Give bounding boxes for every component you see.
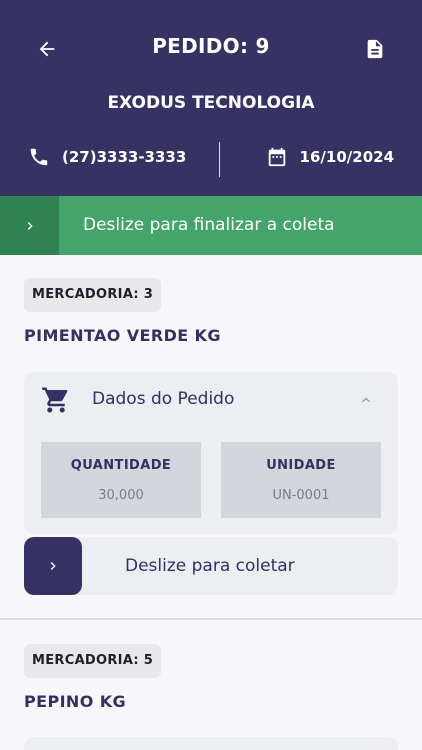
unit-value: UN-0001 <box>272 488 330 503</box>
cart-icon <box>42 387 68 413</box>
quantity-cell: QUANTIDADE 30,000 <box>41 442 201 518</box>
phone-number: (27)3333-3333 <box>62 148 187 166</box>
phone-info[interactable]: (27)3333-3333 <box>28 146 186 168</box>
order-details-card <box>24 737 398 750</box>
finish-slider-handle[interactable] <box>0 196 59 255</box>
date-info: 16/10/2024 <box>266 146 394 168</box>
finish-collection-slider[interactable]: Deslize para finalizar a coleta <box>0 196 422 255</box>
quantity-label: QUANTIDADE <box>70 458 172 473</box>
collect-slider-label: Deslize para coletar <box>125 556 295 576</box>
chevron-right-icon <box>50 562 56 570</box>
product-name: PIMENTAO VERDE KG <box>24 326 221 345</box>
phone-icon <box>30 148 48 166</box>
order-header: PEDIDO: 9 EXODUS TECNOLOGIA (27)3333-333… <box>0 0 422 196</box>
chevron-right-icon <box>27 221 33 230</box>
order-details-card: Dados do Pedido QUANTIDADE 30,000 UNIDAD… <box>24 372 398 534</box>
quantity-value: 30,000 <box>98 488 144 503</box>
unit-cell: UNIDADE UN-0001 <box>221 442 381 518</box>
product-name: PEPINO KG <box>24 692 127 711</box>
header-divider <box>219 142 220 177</box>
finish-slider-label: Deslize para finalizar a coleta <box>83 215 335 235</box>
item-separator <box>0 618 422 620</box>
chevron-up-icon[interactable] <box>358 392 374 408</box>
details-title: Dados do Pedido <box>92 389 235 409</box>
calendar-icon <box>268 147 285 167</box>
collect-slider[interactable]: Deslize para coletar <box>24 537 398 595</box>
item-badge: MERCADORIA: 5 <box>24 644 162 678</box>
document-button[interactable] <box>358 32 392 66</box>
item-badge: MERCADORIA: 3 <box>24 278 162 312</box>
company-name: EXODUS TECNOLOGIA <box>107 93 315 113</box>
unit-label: UNIDADE <box>266 458 336 473</box>
document-icon <box>367 39 383 59</box>
collect-slider-handle[interactable] <box>24 537 82 595</box>
order-date: 16/10/2024 <box>299 148 394 166</box>
